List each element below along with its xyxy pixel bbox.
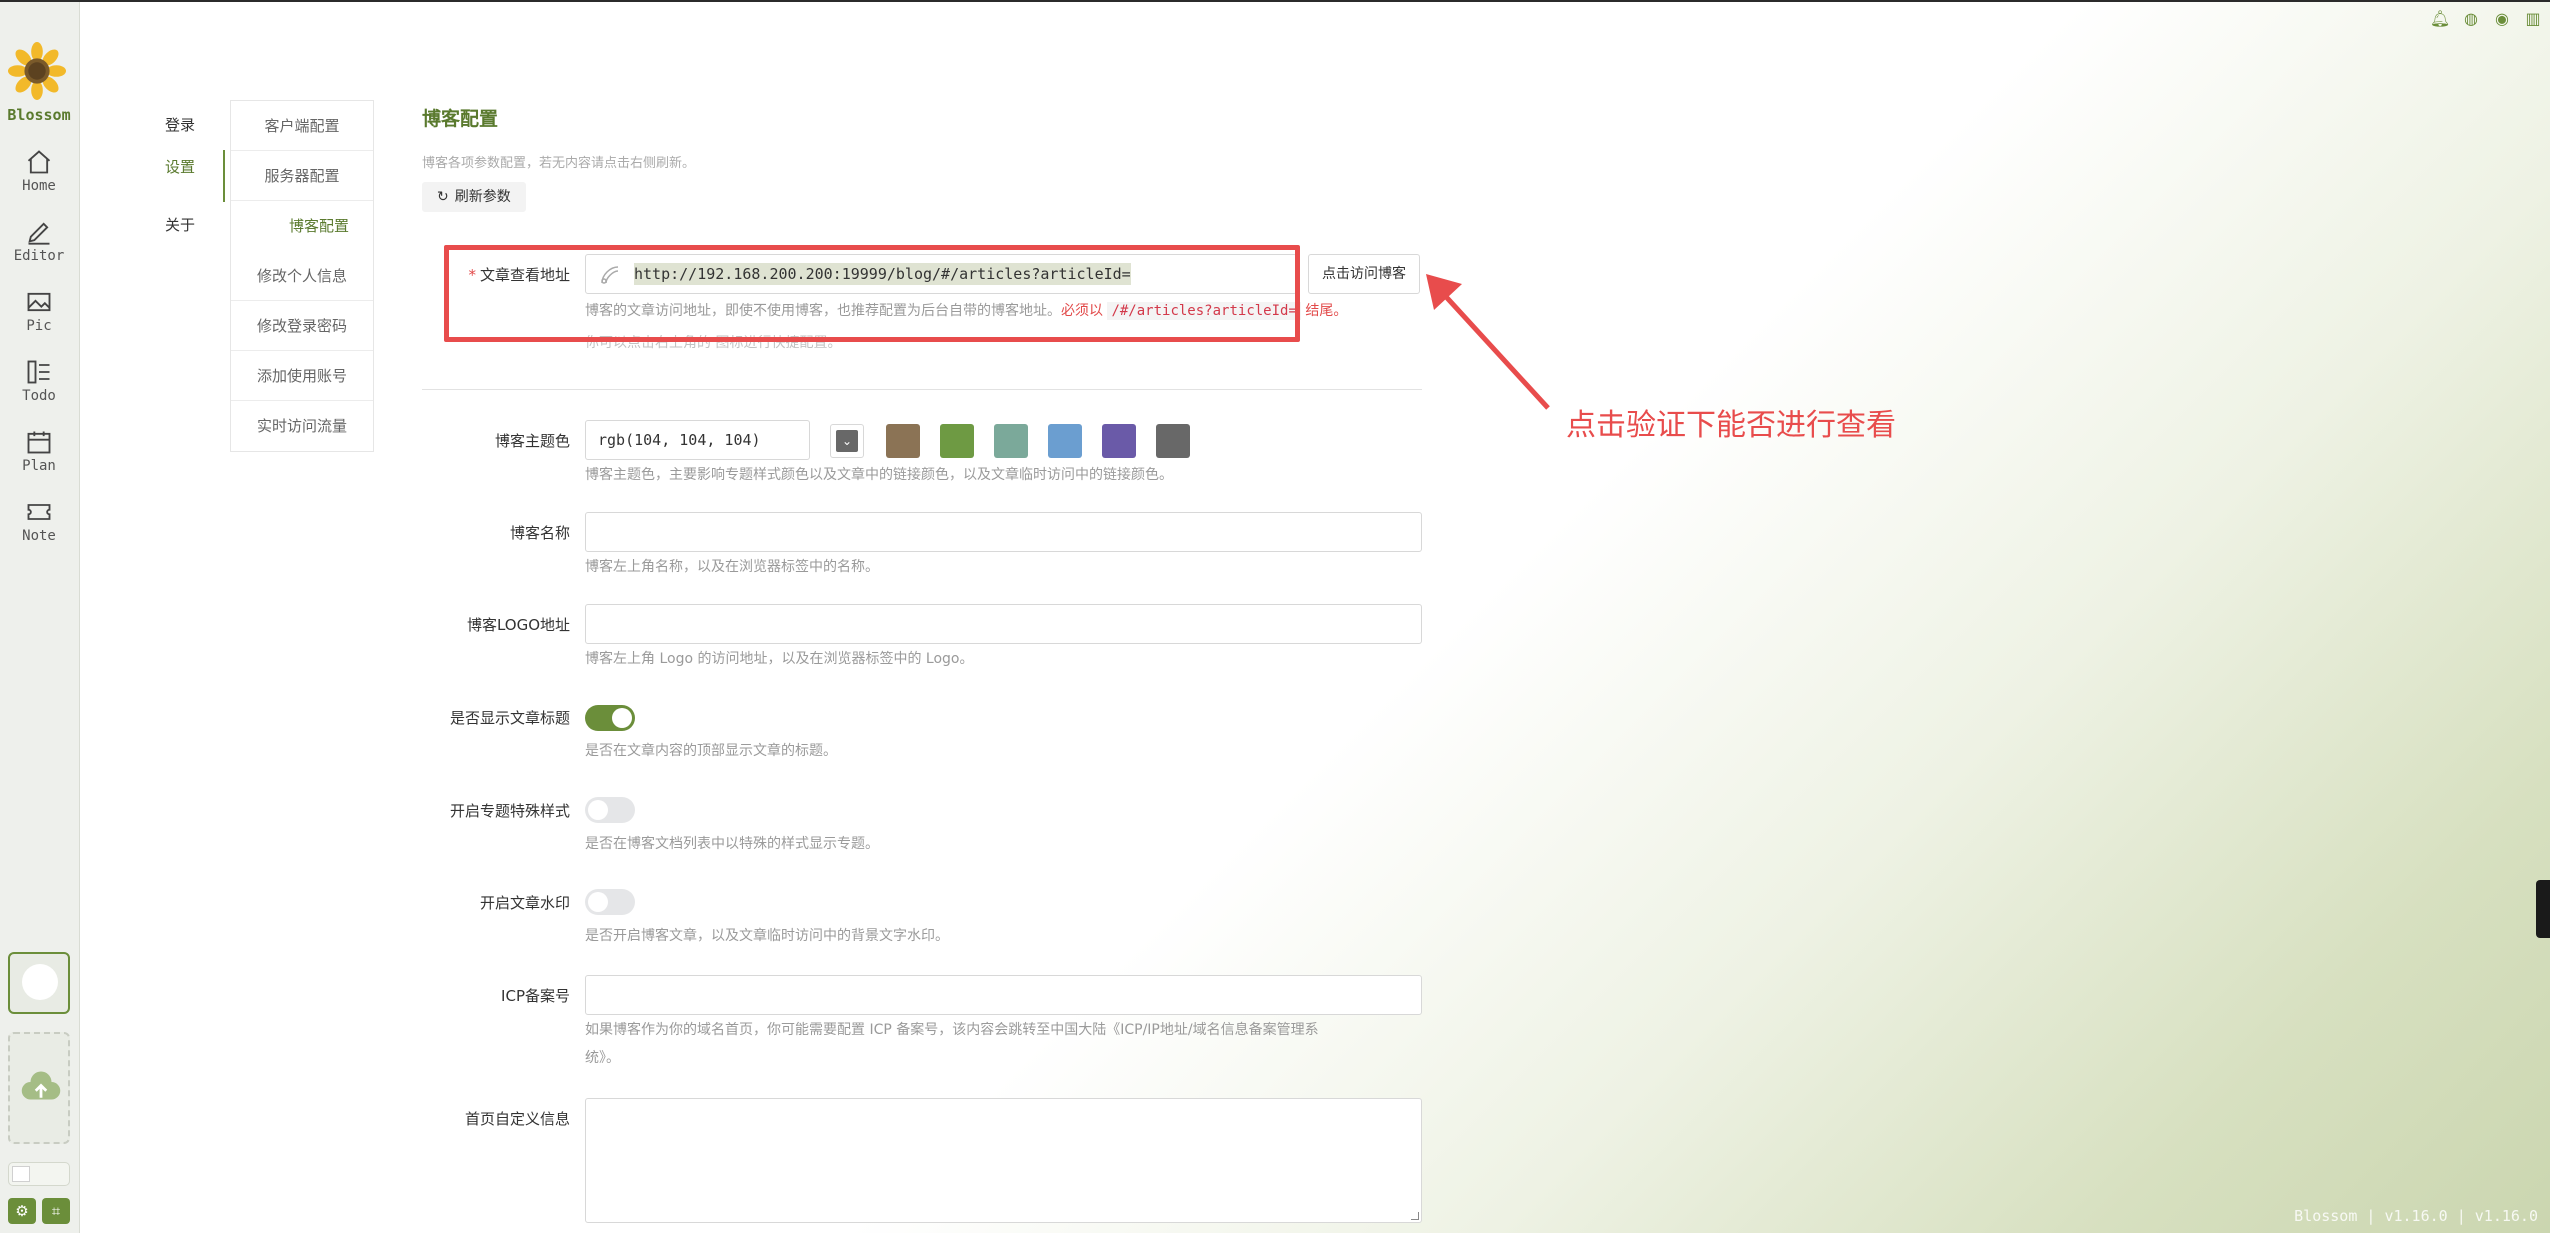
special-style-switch[interactable] — [585, 797, 635, 823]
switch-knob — [612, 708, 632, 728]
checklist-icon — [27, 360, 50, 384]
rail-item-todo[interactable]: Todo — [4, 354, 74, 416]
blog-name-help: 博客左上角名称，以及在浏览器标签中的名称。 — [585, 559, 879, 575]
show-title-help: 是否在文章内容的顶部显示文章的标题。 — [585, 743, 837, 759]
switch-knob — [588, 800, 608, 820]
sub-nav-blog-config[interactable]: 博客配置 — [231, 201, 373, 251]
theme-color-label: 博客主题色 — [494, 432, 570, 450]
watermark-switch[interactable] — [585, 889, 635, 915]
rail-item-label: Todo — [22, 388, 56, 404]
app-name: Blossom — [7, 106, 71, 124]
settings-sub-nav: 客户端配置 服务器配置 博客配置 修改个人信息 修改登录密码 添加使用账号 实时… — [230, 100, 374, 452]
version-text: Blossom | v1.16.0 | v1.16.0 — [2294, 1207, 2538, 1225]
palette-icon[interactable]: ◍ — [2460, 8, 2482, 30]
icp-label: ICP备案号 — [501, 987, 570, 1005]
sub-nav-traffic[interactable]: 实时访问流量 — [231, 401, 373, 451]
rail-item-label: Plan — [22, 458, 56, 474]
rail-item-editor[interactable]: Editor — [4, 214, 74, 276]
swatch-blue[interactable] — [1048, 424, 1082, 458]
special-style-help: 是否在博客文档列表中以特殊的样式显示专题。 — [585, 836, 879, 852]
calendar-icon — [27, 431, 51, 454]
rail-item-note[interactable]: Note — [4, 494, 74, 556]
rail-item-label: Home — [22, 178, 56, 194]
home-info-label: 首页自定义信息 — [464, 1110, 570, 1128]
swatch-gray[interactable] — [1156, 424, 1190, 458]
theme-toggle[interactable] — [8, 1162, 70, 1186]
record-icon[interactable]: ◉ — [2491, 8, 2513, 30]
sub-nav-client-config[interactable]: 客户端配置 — [231, 101, 373, 151]
crop-icon[interactable]: ⌗ — [42, 1198, 70, 1224]
switch-knob — [588, 892, 608, 912]
show-title-label: 是否显示文章标题 — [449, 709, 570, 727]
blog-logo-label: 博客LOGO地址 — [466, 616, 570, 634]
rail-item-home[interactable]: Home — [4, 144, 74, 206]
annotation-note: 点击验证下能否进行查看 — [1566, 408, 1896, 443]
watermark-label: 开启文章水印 — [479, 894, 570, 912]
rail-item-label: Pic — [26, 318, 52, 334]
side-drawer-handle[interactable] — [2536, 880, 2550, 938]
cloud-upload-icon — [21, 1071, 61, 1100]
image-icon — [27, 292, 51, 312]
show-title-switch[interactable] — [585, 705, 635, 731]
home-icon — [27, 150, 51, 174]
rail-item-plan[interactable]: Plan — [4, 424, 74, 486]
refresh-label: 刷新参数 — [454, 189, 511, 205]
rail-item-label: Note — [22, 528, 56, 544]
annotation-highlight-box — [444, 245, 1300, 342]
resize-grip-icon[interactable] — [1411, 1212, 1419, 1220]
blog-logo-help: 博客左上角 Logo 的访问地址，以及在浏览器标签中的 Logo。 — [585, 651, 974, 667]
icp-input[interactable] — [585, 975, 1422, 1015]
panel-icon[interactable]: ▥ — [2522, 8, 2544, 30]
window-top-border — [0, 0, 2550, 2]
avatar-face — [22, 964, 58, 1000]
settings-nav-settings[interactable]: 设置 — [145, 150, 225, 202]
blog-logo-input[interactable] — [585, 604, 1422, 644]
watermark-help: 是否开启博客文章，以及文章临时访问中的背景文字水印。 — [585, 928, 949, 944]
sub-nav-add-account[interactable]: 添加使用账号 — [231, 351, 373, 401]
swatch-teal[interactable] — [994, 424, 1028, 458]
ticket-icon — [27, 504, 51, 520]
theme-color-help: 博客主题色，主要影响专题样式颜色以及文章中的链接颜色，以及文章临时访问中的链接颜… — [585, 467, 1173, 483]
annotation-arrow-icon — [1426, 274, 1550, 410]
page-title: 博客配置 — [422, 108, 499, 130]
avatar[interactable] — [8, 952, 70, 1014]
swatch-brown[interactable] — [886, 424, 920, 458]
chevron-down-icon: ⌄ — [836, 430, 858, 452]
sub-nav-password[interactable]: 修改登录密码 — [231, 301, 373, 351]
rail-item-pic[interactable]: Pic — [4, 284, 74, 346]
pen-icon — [28, 222, 50, 245]
icp-help-line2: 统》。 — [585, 1050, 620, 1066]
upload-dropzone[interactable] — [8, 1032, 70, 1144]
settings-nav-about[interactable]: 关于 — [145, 208, 225, 258]
rail-item-label: Editor — [13, 248, 65, 264]
refresh-icon: ↻ — [437, 189, 449, 205]
special-style-label: 开启专题特殊样式 — [449, 802, 570, 820]
swatch-green[interactable] — [940, 424, 974, 458]
section-divider — [422, 389, 1422, 390]
color-picker[interactable]: ⌄ — [830, 424, 864, 458]
sub-nav-server-config[interactable]: 服务器配置 — [231, 151, 373, 201]
theme-color-input[interactable]: rgb(104, 104, 104) — [585, 420, 810, 460]
refresh-params-button[interactable]: ↻ 刷新参数 — [422, 182, 526, 212]
page-description: 博客各项参数配置，若无内容请点击右侧刷新。 — [422, 156, 696, 171]
blog-name-input[interactable] — [585, 512, 1422, 552]
swatch-purple[interactable] — [1102, 424, 1136, 458]
article-url-warn-suffix: 结尾。 — [1305, 303, 1348, 319]
left-rail: Blossom Home Editor Pic Todo Plan Note ⚙… — [0, 2, 80, 1233]
visit-blog-button[interactable]: 点击访问博客 — [1308, 254, 1420, 294]
toggle-knob — [12, 1166, 30, 1182]
settings-gear-icon[interactable]: ⚙ — [8, 1198, 36, 1224]
blog-name-label: 博客名称 — [509, 524, 570, 542]
icp-help-line1: 如果博客作为你的域名首页，你可能需要配置 ICP 备案号，该内容会跳转至中国大陆… — [585, 1022, 1319, 1038]
sunflower-logo-icon[interactable] — [8, 42, 66, 100]
bell-icon[interactable]: 🔔︎ — [2429, 8, 2451, 30]
sub-nav-profile[interactable]: 修改个人信息 — [231, 251, 373, 301]
top-right-toolbar: 🔔︎ ◍ ◉ ▥ — [2420, 8, 2544, 30]
home-info-textarea[interactable] — [585, 1098, 1422, 1223]
